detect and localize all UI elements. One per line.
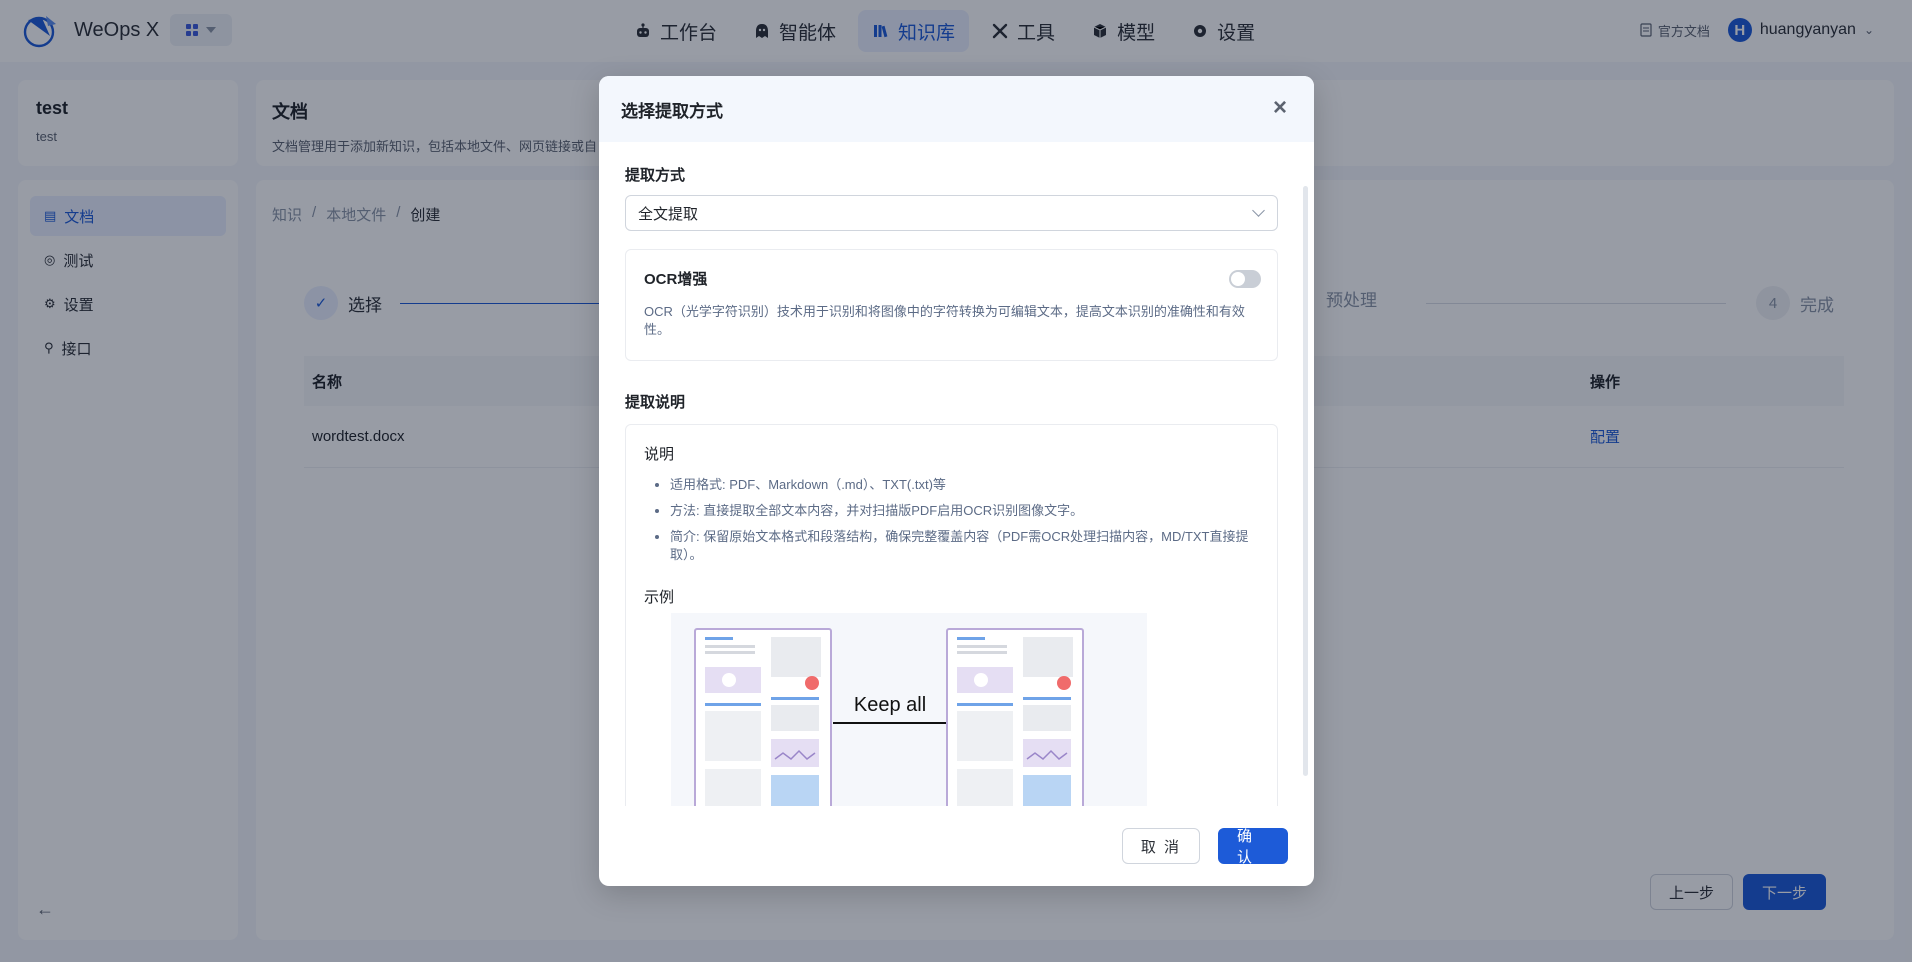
extraction-desc-card: 说明 适用格式: PDF、Markdown（.md）、TXT(.txt)等 方法… [625, 424, 1278, 806]
extraction-desc-label: 提取说明 [625, 394, 686, 411]
dialog-body: 提取方式 全文提取 OCR增强 OCR（光学字符识别）技术用于识别和将图像中的字… [599, 142, 1314, 806]
confirm-button[interactable]: 确 认 [1218, 828, 1288, 866]
chevron-down-icon [1252, 204, 1265, 217]
ocr-card: OCR增强 OCR（光学字符识别）技术用于识别和将图像中的字符转换为可编辑文本，… [625, 249, 1278, 361]
desc-bullets: 适用格式: PDF、Markdown（.md）、TXT(.txt)等 方法: 直… [644, 476, 1259, 564]
method-select[interactable]: 全文提取 [625, 195, 1278, 231]
example-illustration: Keep all [671, 613, 1147, 806]
example-caption: Keep all [854, 694, 926, 716]
desc-heading: 说明 [644, 446, 675, 463]
extraction-method-dialog: 选择提取方式 × 提取方式 全文提取 OCR增强 OCR（光学字符识别）技术用于… [599, 76, 1314, 886]
close-icon[interactable]: × [1268, 96, 1292, 120]
dialog-footer: 取 消 确 认 [599, 806, 1314, 886]
list-item: 简介: 保留原始文本格式和段落结构，确保完整覆盖内容（PDF需OCR处理扫描内容… [670, 528, 1259, 564]
example-diagram: Keep all [694, 628, 1084, 806]
example-heading: 示例 [644, 589, 675, 606]
method-label: 提取方式 [625, 167, 686, 184]
dialog-header: 选择提取方式 × [599, 76, 1314, 142]
list-item: 适用格式: PDF、Markdown（.md）、TXT(.txt)等 [670, 476, 1259, 494]
list-item: 方法: 直接提取全部文本内容，并对扫描版PDF启用OCR识别图像文字。 [670, 502, 1259, 520]
ocr-title: OCR增强 [644, 271, 708, 288]
ocr-toggle[interactable] [1229, 270, 1261, 288]
method-select-value: 全文提取 [638, 205, 699, 223]
cancel-button[interactable]: 取 消 [1121, 828, 1200, 864]
toggle-knob [1231, 272, 1245, 286]
dialog-scrollbar[interactable] [1303, 186, 1308, 776]
dialog-title: 选择提取方式 [621, 101, 723, 121]
ocr-desc: OCR（光学字符识别）技术用于识别和将图像中的字符转换为可编辑文本，提高文本识别… [644, 304, 1245, 337]
